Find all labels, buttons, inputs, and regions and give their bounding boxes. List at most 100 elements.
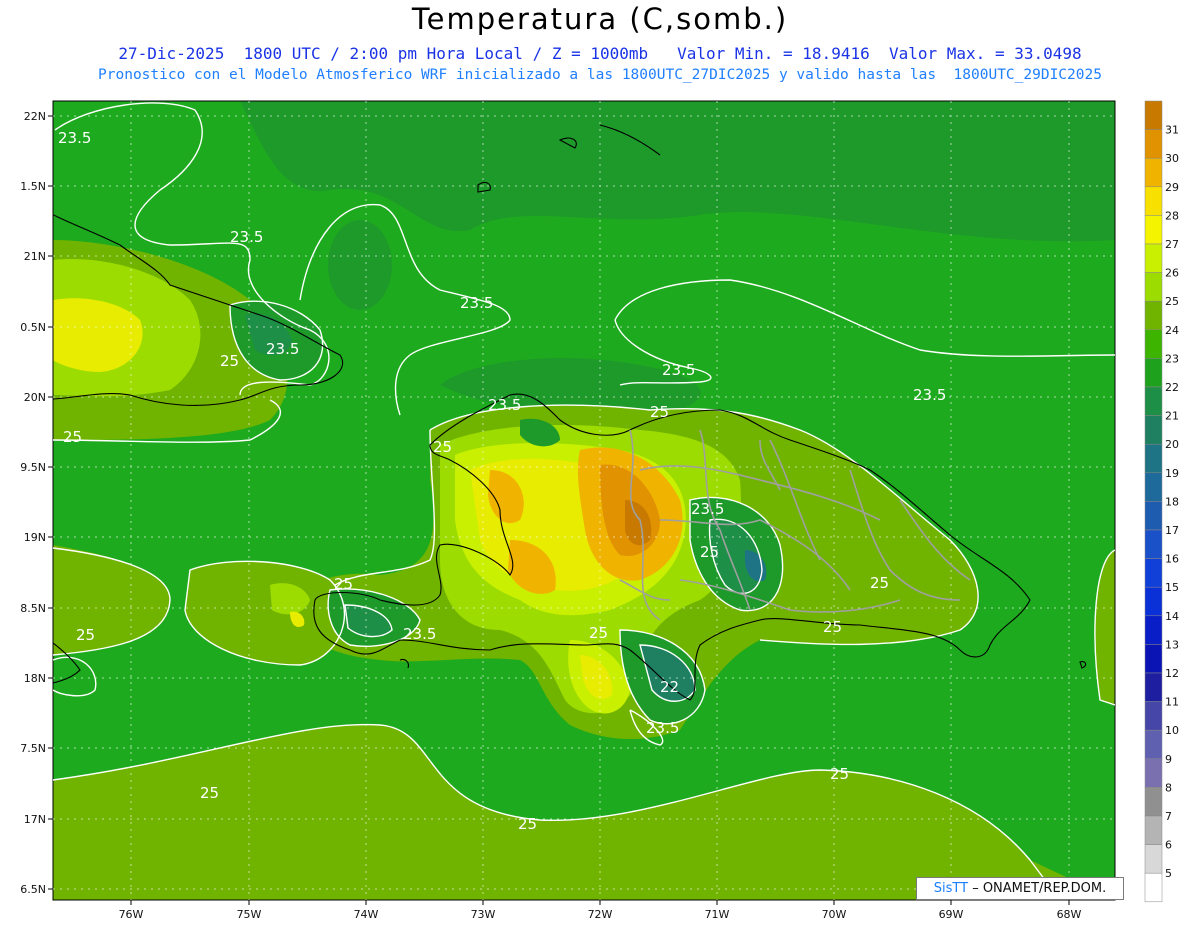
lon-label: 75W: [237, 908, 262, 921]
colorbar-label: 23: [1165, 352, 1179, 365]
lat-label: 18N: [24, 672, 46, 685]
colorbar-swatch: [1144, 586, 1163, 617]
colorbar-label: 5: [1165, 867, 1172, 880]
colorbar-label: 24: [1165, 324, 1179, 337]
colorbar-label: 20: [1165, 438, 1179, 451]
colorbar-label: 19: [1165, 467, 1179, 480]
lon-label: 69W: [939, 908, 964, 921]
colorbar-swatch: [1144, 644, 1163, 674]
colorbar-swatch: [1144, 215, 1163, 245]
colorbar-swatch: [1144, 558, 1163, 588]
contour-label: 23.5: [230, 228, 263, 246]
colorbar-swatch: [1144, 272, 1163, 302]
colorbar-label: 21: [1165, 410, 1179, 423]
contour-label: 23.5: [58, 129, 91, 147]
contour-label: 23.5: [691, 500, 724, 518]
lat-label: 21N: [24, 250, 46, 263]
colorbar-swatch: [1144, 844, 1163, 874]
colorbar-label: 12: [1165, 667, 1179, 680]
contour-label: 25: [518, 815, 537, 833]
contour-label: 25: [589, 624, 608, 642]
lon-label: 73W: [471, 908, 496, 921]
colorbar-label: 29: [1165, 181, 1179, 194]
contour-label: 25: [830, 765, 849, 783]
colorbar-swatch: [1144, 129, 1163, 159]
contour-label: 23.5: [266, 340, 299, 358]
colorbar-label: 27: [1165, 238, 1179, 251]
colorbar-swatch: [1144, 100, 1163, 130]
colorbar-label: 28: [1165, 209, 1179, 222]
lon-label: 71W: [705, 908, 730, 921]
lat-label: 20N: [24, 391, 46, 404]
contour-label: 25: [823, 618, 842, 636]
colorbar-swatch: [1144, 386, 1163, 416]
colorbar-swatch: [1144, 787, 1163, 817]
colorbar-swatch: [1144, 329, 1163, 359]
colorbar-label: 8: [1165, 781, 1172, 794]
colorbar-swatch: [1144, 243, 1163, 273]
lat-label: 9.5N: [20, 461, 46, 474]
colorbar-label: 10: [1165, 724, 1179, 737]
colorbar-label: 6: [1165, 839, 1172, 852]
contour-label: 25: [650, 403, 669, 421]
contour-label: 23.5: [646, 719, 679, 737]
contour-label: 23.5: [662, 361, 695, 379]
contour-label: 23.5: [913, 386, 946, 404]
credit-box: SisTT – ONAMET/REP.DOM.: [916, 877, 1124, 900]
colorbar-swatch: [1144, 186, 1163, 216]
map-figure: 23.5 23.5 23.5 23.5 23.5 23.5 23.5 23.5 …: [20, 100, 1179, 921]
lat-label: 1.5N: [20, 180, 46, 193]
contour-label: 25: [433, 438, 452, 456]
lat-label: 8.5N: [20, 602, 46, 615]
lat-label: 6.5N: [20, 883, 46, 896]
colorbar-swatch: [1144, 615, 1163, 645]
longitude-axis: 76W 75W 74W 73W 72W 71W 70W 69W 68W: [119, 900, 1082, 921]
colorbar-label: 25: [1165, 295, 1179, 308]
lon-label: 68W: [1057, 908, 1082, 921]
contour-label: 22: [660, 678, 679, 696]
colorbar-label: 14: [1165, 610, 1179, 623]
colorbar-swatch: [1144, 672, 1163, 702]
colorbar-swatch: [1144, 472, 1163, 502]
colorbar-swatch: [1144, 358, 1163, 388]
colorbar-swatch: [1144, 872, 1163, 903]
colorbar-swatch: [1144, 300, 1163, 331]
colorbar-label: 17: [1165, 524, 1179, 537]
colorbar-label: 26: [1165, 267, 1179, 280]
contour-label: 25: [334, 575, 353, 593]
lon-label: 76W: [119, 908, 144, 921]
colorbar-swatch: [1144, 415, 1163, 445]
colorbar-label: 16: [1165, 553, 1179, 566]
colorbar-swatch: [1144, 443, 1163, 474]
contour-label: 23.5: [488, 396, 521, 414]
contour-label: 25: [63, 428, 82, 446]
contour-label: 25: [220, 352, 239, 370]
colorbar-swatch: [1144, 729, 1163, 760]
lat-label: 0.5N: [20, 321, 46, 334]
sistt-logo: SisTT: [933, 881, 969, 896]
contour-label: 23.5: [460, 294, 493, 312]
lat-label: 17N: [24, 813, 46, 826]
colorbar-label: 31: [1165, 124, 1179, 137]
contour-label: 25: [76, 626, 95, 644]
colorbar-swatch: [1144, 157, 1163, 188]
lat-label: 19N: [24, 531, 46, 544]
colorbar-swatch: [1144, 758, 1163, 788]
colorbar-swatch: [1144, 815, 1163, 845]
credit-text: – ONAMET/REP.DOM.: [968, 881, 1107, 896]
contour-label: 25: [200, 784, 219, 802]
colorbar-label: 9: [1165, 753, 1172, 766]
colorbar-swatch: [1144, 529, 1163, 559]
lon-label: 70W: [822, 908, 847, 921]
temperature-field: [53, 101, 1115, 900]
lon-label: 74W: [354, 908, 379, 921]
colorbar-label: 7: [1165, 810, 1172, 823]
contour-label: 25: [870, 574, 889, 592]
colorbar-label: 18: [1165, 495, 1179, 508]
colorbar-label: 15: [1165, 581, 1179, 594]
colorbar-swatch: [1144, 701, 1163, 731]
lat-label: 7.5N: [20, 742, 46, 755]
colorbar: 31 30 29 28 27 26 25 24 23 22 21 20 19 18 17 16 15 14 13 12…: [1144, 100, 1179, 903]
latitude-axis: 22N 1.5N 21N 0.5N 20N 9.5N 19N 8.5N 18N …: [20, 110, 53, 896]
contour-label: 23.5: [403, 625, 436, 643]
